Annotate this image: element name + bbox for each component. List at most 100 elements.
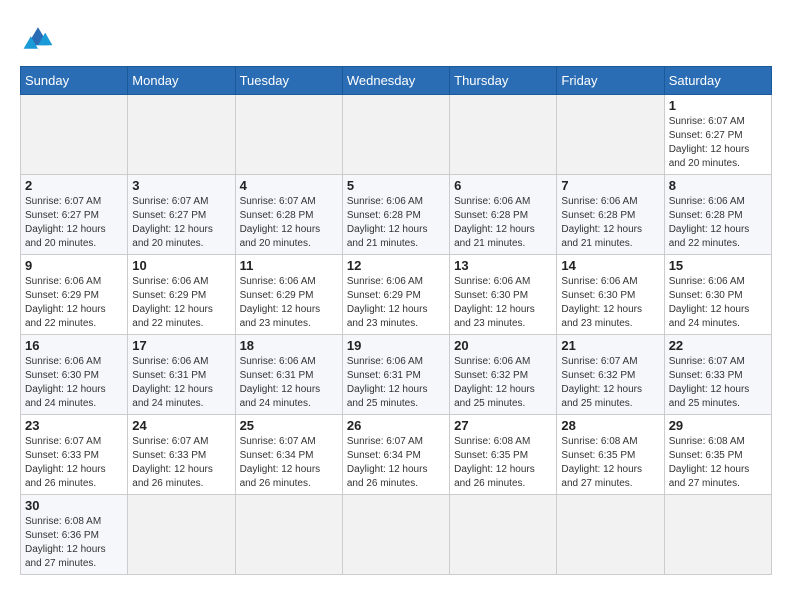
calendar-day-cell bbox=[235, 495, 342, 575]
calendar-day-cell: 26Sunrise: 6:07 AM Sunset: 6:34 PM Dayli… bbox=[342, 415, 449, 495]
day-info: Sunrise: 6:07 AM Sunset: 6:33 PM Dayligh… bbox=[25, 435, 123, 491]
calendar-week-row: 16Sunrise: 6:06 AM Sunset: 6:30 PM Dayli… bbox=[21, 335, 772, 415]
calendar-day-cell bbox=[450, 95, 557, 175]
day-info: Sunrise: 6:06 AM Sunset: 6:30 PM Dayligh… bbox=[669, 275, 767, 331]
day-info: Sunrise: 6:08 AM Sunset: 6:35 PM Dayligh… bbox=[561, 435, 659, 491]
day-number: 19 bbox=[347, 338, 445, 353]
calendar-day-cell: 5 Sunrise: 6:06 AM Sunset: 6:28 PM Daylig… bbox=[342, 175, 449, 255]
calendar-day-cell: 7 Sunrise: 6:06 AM Sunset: 6:28 PM Daylig… bbox=[557, 175, 664, 255]
calendar-day-cell: 11 Sunrise: 6:06 AM Sunset: 6:29 PM Dayli… bbox=[235, 255, 342, 335]
days-of-week-row: SundayMondayTuesdayWednesdayThursdayFrid… bbox=[21, 67, 772, 95]
day-info: Sunrise: 6:06 AM Sunset: 6:31 PM Dayligh… bbox=[347, 355, 445, 411]
calendar-day-cell bbox=[664, 495, 771, 575]
day-number: 7 bbox=[561, 178, 659, 193]
calendar-day-cell: 22Sunrise: 6:07 AM Sunset: 6:33 PM Dayli… bbox=[664, 335, 771, 415]
day-info: Sunrise: 6:06 AM Sunset: 6:29 PM Dayligh… bbox=[132, 275, 230, 331]
calendar-day-cell bbox=[450, 495, 557, 575]
calendar-day-cell bbox=[557, 95, 664, 175]
day-of-week-header: Monday bbox=[128, 67, 235, 95]
day-number: 15 bbox=[669, 258, 767, 273]
calendar-day-cell bbox=[128, 495, 235, 575]
day-number: 10 bbox=[132, 258, 230, 273]
calendar-header: SundayMondayTuesdayWednesdayThursdayFrid… bbox=[21, 67, 772, 95]
calendar-day-cell: 28 Sunrise: 6:08 AM Sunset: 6:35 PM Dayli… bbox=[557, 415, 664, 495]
day-number: 30 bbox=[25, 498, 123, 513]
day-of-week-header: Friday bbox=[557, 67, 664, 95]
day-info: Sunrise: 6:07 AM Sunset: 6:27 PM Dayligh… bbox=[669, 115, 767, 171]
calendar-day-cell: 24 Sunrise: 6:07 AM Sunset: 6:33 PM Dayli… bbox=[128, 415, 235, 495]
day-number: 3 bbox=[132, 178, 230, 193]
day-info: Sunrise: 6:06 AM Sunset: 6:32 PM Dayligh… bbox=[454, 355, 552, 411]
day-number: 17 bbox=[132, 338, 230, 353]
calendar-week-row: 23Sunrise: 6:07 AM Sunset: 6:33 PM Dayli… bbox=[21, 415, 772, 495]
day-info: Sunrise: 6:06 AM Sunset: 6:28 PM Dayligh… bbox=[454, 195, 552, 251]
day-of-week-header: Thursday bbox=[450, 67, 557, 95]
calendar-day-cell: 16Sunrise: 6:06 AM Sunset: 6:30 PM Dayli… bbox=[21, 335, 128, 415]
calendar-day-cell: 9Sunrise: 6:06 AM Sunset: 6:29 PM Daylig… bbox=[21, 255, 128, 335]
day-number: 8 bbox=[669, 178, 767, 193]
calendar-day-cell: 19 Sunrise: 6:06 AM Sunset: 6:31 PM Dayli… bbox=[342, 335, 449, 415]
day-of-week-header: Saturday bbox=[664, 67, 771, 95]
day-number: 26 bbox=[347, 418, 445, 433]
day-info: Sunrise: 6:07 AM Sunset: 6:27 PM Dayligh… bbox=[25, 195, 123, 251]
day-number: 1 bbox=[669, 98, 767, 113]
day-number: 5 bbox=[347, 178, 445, 193]
day-number: 2 bbox=[25, 178, 123, 193]
day-number: 24 bbox=[132, 418, 230, 433]
calendar-week-row: 1 Sunrise: 6:07 AM Sunset: 6:27 PM Daylig… bbox=[21, 95, 772, 175]
calendar-day-cell: 12Sunrise: 6:06 AM Sunset: 6:29 PM Dayli… bbox=[342, 255, 449, 335]
day-number: 21 bbox=[561, 338, 659, 353]
day-of-week-header: Tuesday bbox=[235, 67, 342, 95]
day-number: 11 bbox=[240, 258, 338, 273]
calendar-day-cell: 13Sunrise: 6:06 AM Sunset: 6:30 PM Dayli… bbox=[450, 255, 557, 335]
calendar-day-cell: 25 Sunrise: 6:07 AM Sunset: 6:34 PM Dayli… bbox=[235, 415, 342, 495]
day-number: 25 bbox=[240, 418, 338, 433]
calendar-day-cell bbox=[21, 95, 128, 175]
day-info: Sunrise: 6:08 AM Sunset: 6:35 PM Dayligh… bbox=[669, 435, 767, 491]
calendar-day-cell bbox=[342, 495, 449, 575]
calendar-body: 1 Sunrise: 6:07 AM Sunset: 6:27 PM Daylig… bbox=[21, 95, 772, 575]
calendar-day-cell: 29 Sunrise: 6:08 AM Sunset: 6:35 PM Dayli… bbox=[664, 415, 771, 495]
calendar-week-row: 30 Sunrise: 6:08 AM Sunset: 6:36 PM Dayli… bbox=[21, 495, 772, 575]
day-info: Sunrise: 6:06 AM Sunset: 6:28 PM Dayligh… bbox=[347, 195, 445, 251]
calendar-day-cell: 10 Sunrise: 6:06 AM Sunset: 6:29 PM Dayli… bbox=[128, 255, 235, 335]
day-info: Sunrise: 6:07 AM Sunset: 6:34 PM Dayligh… bbox=[240, 435, 338, 491]
logo-icon bbox=[20, 20, 56, 56]
calendar-day-cell: 23Sunrise: 6:07 AM Sunset: 6:33 PM Dayli… bbox=[21, 415, 128, 495]
day-number: 14 bbox=[561, 258, 659, 273]
calendar-week-row: 2 Sunrise: 6:07 AM Sunset: 6:27 PM Daylig… bbox=[21, 175, 772, 255]
calendar-day-cell: 20Sunrise: 6:06 AM Sunset: 6:32 PM Dayli… bbox=[450, 335, 557, 415]
day-of-week-header: Sunday bbox=[21, 67, 128, 95]
calendar-day-cell: 6Sunrise: 6:06 AM Sunset: 6:28 PM Daylig… bbox=[450, 175, 557, 255]
day-info: Sunrise: 6:06 AM Sunset: 6:29 PM Dayligh… bbox=[25, 275, 123, 331]
calendar-day-cell: 4 Sunrise: 6:07 AM Sunset: 6:28 PM Daylig… bbox=[235, 175, 342, 255]
day-number: 4 bbox=[240, 178, 338, 193]
day-number: 22 bbox=[669, 338, 767, 353]
day-info: Sunrise: 6:08 AM Sunset: 6:36 PM Dayligh… bbox=[25, 515, 123, 571]
calendar-day-cell: 15 Sunrise: 6:06 AM Sunset: 6:30 PM Dayli… bbox=[664, 255, 771, 335]
day-number: 12 bbox=[347, 258, 445, 273]
day-info: Sunrise: 6:07 AM Sunset: 6:28 PM Dayligh… bbox=[240, 195, 338, 251]
calendar-day-cell: 27 Sunrise: 6:08 AM Sunset: 6:35 PM Dayli… bbox=[450, 415, 557, 495]
logo bbox=[20, 20, 62, 56]
day-of-week-header: Wednesday bbox=[342, 67, 449, 95]
day-info: Sunrise: 6:06 AM Sunset: 6:31 PM Dayligh… bbox=[240, 355, 338, 411]
calendar-day-cell: 17Sunrise: 6:06 AM Sunset: 6:31 PM Dayli… bbox=[128, 335, 235, 415]
page-header bbox=[20, 20, 772, 56]
day-info: Sunrise: 6:06 AM Sunset: 6:28 PM Dayligh… bbox=[561, 195, 659, 251]
day-info: Sunrise: 6:06 AM Sunset: 6:30 PM Dayligh… bbox=[561, 275, 659, 331]
calendar-day-cell bbox=[342, 95, 449, 175]
calendar-table: SundayMondayTuesdayWednesdayThursdayFrid… bbox=[20, 66, 772, 575]
day-number: 27 bbox=[454, 418, 552, 433]
day-number: 28 bbox=[561, 418, 659, 433]
day-info: Sunrise: 6:07 AM Sunset: 6:33 PM Dayligh… bbox=[132, 435, 230, 491]
day-info: Sunrise: 6:06 AM Sunset: 6:30 PM Dayligh… bbox=[454, 275, 552, 331]
day-info: Sunrise: 6:08 AM Sunset: 6:35 PM Dayligh… bbox=[454, 435, 552, 491]
day-info: Sunrise: 6:07 AM Sunset: 6:27 PM Dayligh… bbox=[132, 195, 230, 251]
day-number: 29 bbox=[669, 418, 767, 433]
calendar-day-cell: 30 Sunrise: 6:08 AM Sunset: 6:36 PM Dayli… bbox=[21, 495, 128, 575]
calendar-day-cell bbox=[128, 95, 235, 175]
calendar-day-cell bbox=[557, 495, 664, 575]
calendar-day-cell: 1 Sunrise: 6:07 AM Sunset: 6:27 PM Daylig… bbox=[664, 95, 771, 175]
day-info: Sunrise: 6:06 AM Sunset: 6:29 PM Dayligh… bbox=[240, 275, 338, 331]
